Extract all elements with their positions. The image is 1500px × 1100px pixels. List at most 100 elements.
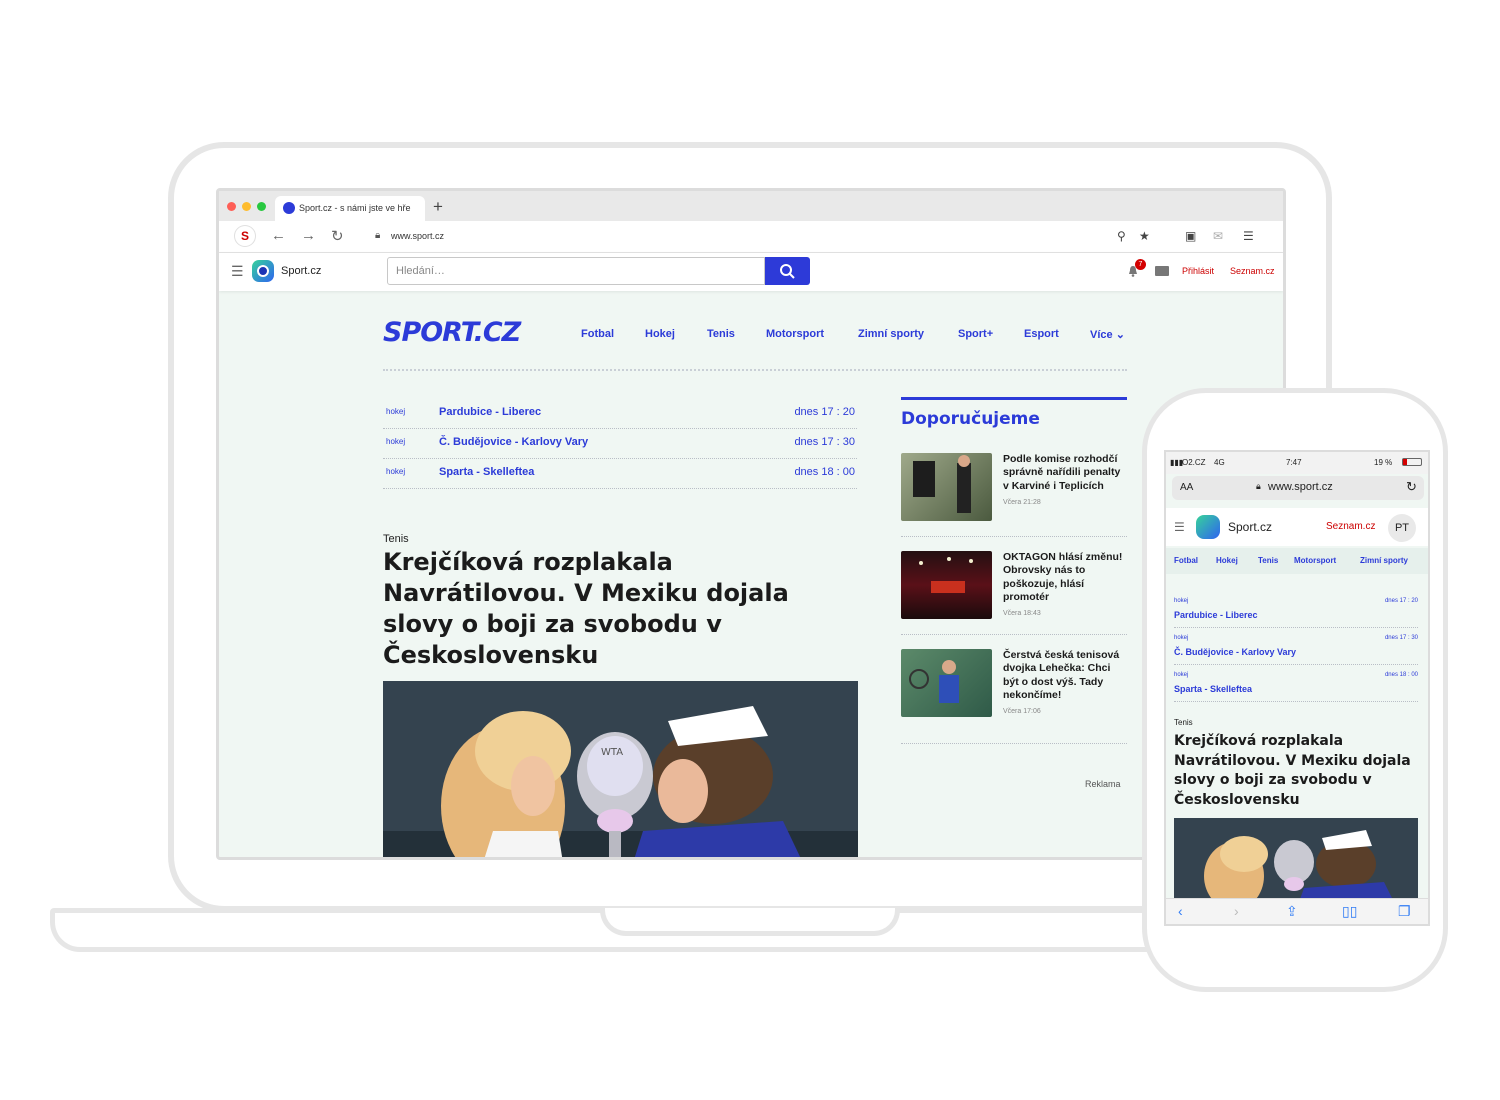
- hamburger-menu-icon[interactable]: ☰: [231, 263, 244, 280]
- maximize-window-button[interactable]: [257, 202, 266, 211]
- match-row[interactable]: hokej Č. Budějovice - Karlovy Vary dnes …: [383, 429, 857, 459]
- sport-app-icon[interactable]: [1196, 515, 1220, 539]
- search-button[interactable]: [765, 257, 810, 285]
- tabs-icon[interactable]: ❐: [1398, 903, 1411, 920]
- nav-zimni-sporty[interactable]: Zimní sporty: [858, 328, 924, 340]
- carrier-label: O2.CZ: [1182, 458, 1206, 467]
- nav-divider: [383, 369, 1127, 371]
- match-row[interactable]: hokej dnes 17 : 30 Č. Budějovice - Karlo…: [1174, 635, 1418, 665]
- match-sport: hokej: [386, 437, 406, 446]
- nav-zimni-sporty[interactable]: Zimní sporty: [1360, 556, 1408, 565]
- lock-icon: 🔒︎: [1256, 481, 1261, 491]
- match-sport: hokej: [1174, 598, 1189, 604]
- match-row[interactable]: hokej dnes 17 : 20 Pardubice - Liberec: [1174, 598, 1418, 628]
- mail-icon[interactable]: [1155, 266, 1169, 276]
- recommended-article[interactable]: Čerstvá česká tenisová dvojka Lehečka: C…: [901, 649, 1127, 744]
- match-time: dnes 17 : 20: [1384, 598, 1418, 604]
- bookmarks-icon[interactable]: ▯▯: [1342, 903, 1357, 920]
- arena-photo: [919, 557, 973, 593]
- match-sport: hokej: [386, 467, 406, 476]
- close-window-button[interactable]: [227, 202, 236, 211]
- match-teams[interactable]: Pardubice - Liberec: [1174, 610, 1258, 620]
- url-field[interactable]: www.sport.cz: [391, 231, 444, 241]
- new-tab-button[interactable]: +: [433, 197, 443, 217]
- nav-fotbal[interactable]: Fotbal: [581, 328, 614, 340]
- match-teams[interactable]: Č. Budějovice - Karlovy Vary: [1174, 647, 1296, 657]
- match-time: dnes 17 : 30: [1384, 635, 1418, 641]
- match-row[interactable]: hokej dnes 18 : 00 Sparta - Skelleftea: [1174, 672, 1418, 702]
- back-icon[interactable]: ‹: [1178, 903, 1183, 919]
- recommended-article-title: Podle komise rozhodčí správně nařídili p…: [1003, 453, 1121, 492]
- recommended-article-text[interactable]: OKTAGON hlásí změnu! Obrovsky nás to poš…: [1003, 551, 1127, 620]
- recommended-article-title: OKTAGON hlásí změnu! Obrovsky nás to poš…: [1003, 551, 1123, 603]
- login-link[interactable]: Přihlásit: [1182, 266, 1214, 276]
- article-category[interactable]: Tenis: [1174, 718, 1193, 727]
- text-size-button[interactable]: AA: [1180, 482, 1193, 493]
- forward-arrow-icon[interactable]: →: [301, 227, 316, 244]
- recommended-article-text[interactable]: Čerstvá česká tenisová dvojka Lehečka: C…: [1003, 649, 1127, 718]
- recommended-article-text[interactable]: Podle komise rozhodčí správně nařídili p…: [1003, 453, 1127, 509]
- reader-view-icon[interactable]: ▣: [1185, 229, 1196, 243]
- lock-icon: 🔒︎: [375, 230, 381, 241]
- match-row[interactable]: hokej Sparta - Skelleftea dnes 18 : 00: [383, 459, 857, 489]
- battery-icon: [1402, 458, 1422, 466]
- user-avatar[interactable]: PT: [1388, 514, 1416, 542]
- nav-motorsport[interactable]: Motorsport: [1294, 556, 1336, 565]
- article-thumbnail[interactable]: [901, 551, 992, 619]
- reload-icon[interactable]: ↻: [331, 227, 344, 245]
- match-row[interactable]: hokej Pardubice - Liberec dnes 17 : 20: [383, 399, 857, 429]
- article-title[interactable]: Krejčíková rozplakala Navrátilovou. V Me…: [1174, 732, 1420, 810]
- menu-icon[interactable]: ☰: [1243, 229, 1254, 243]
- tab-title: Sport.cz - s námi jste ve hře: [299, 203, 411, 213]
- article-image[interactable]: WTA: [383, 681, 858, 857]
- nav-hokej[interactable]: Hokej: [1216, 556, 1238, 565]
- nav-tenis[interactable]: Tenis: [1258, 556, 1278, 565]
- ad-label: Reklama: [1085, 779, 1121, 789]
- phone-seznam-link[interactable]: Seznam.cz: [1326, 521, 1375, 532]
- site-logo[interactable]: SPORT.CZ: [383, 317, 521, 348]
- recommended-article[interactable]: OKTAGON hlásí změnu! Obrovsky nás to poš…: [901, 551, 1127, 635]
- share-icon[interactable]: ⇪: [1286, 903, 1298, 920]
- clock: 7:47: [1286, 458, 1302, 467]
- hamburger-menu-icon[interactable]: ☰: [1174, 520, 1185, 534]
- match-teams[interactable]: Č. Budějovice - Karlovy Vary: [439, 436, 588, 448]
- bookmark-star-icon[interactable]: ★: [1139, 229, 1150, 243]
- article-thumbnail[interactable]: [901, 649, 992, 717]
- sport-favicon-icon: [283, 202, 295, 214]
- phone-address-bar[interactable]: AA 🔒︎ www.sport.cz ↻: [1172, 476, 1424, 500]
- article-thumbnail[interactable]: [901, 453, 992, 521]
- match-teams[interactable]: Sparta - Skelleftea: [1174, 684, 1252, 694]
- nav-motorsport[interactable]: Motorsport: [766, 328, 824, 340]
- reload-icon[interactable]: ↻: [1406, 479, 1417, 495]
- seznam-link[interactable]: Seznam.cz: [1230, 266, 1275, 276]
- match-teams[interactable]: Sparta - Skelleftea: [439, 466, 534, 478]
- recommended-article[interactable]: Podle komise rozhodčí správně nařídili p…: [901, 453, 1127, 537]
- referee-photo: [913, 455, 971, 513]
- email-icon[interactable]: ✉: [1213, 229, 1223, 243]
- phone-brand[interactable]: Sport.cz: [1228, 520, 1272, 534]
- translate-icon[interactable]: ⚲: [1117, 229, 1126, 243]
- article-category[interactable]: Tenis: [383, 533, 409, 545]
- nav-tenis[interactable]: Tenis: [707, 328, 735, 340]
- nav-esport[interactable]: Esport: [1024, 328, 1059, 340]
- nav-fotbal[interactable]: Fotbal: [1174, 556, 1198, 565]
- tennis-trophy-photo: WTA: [383, 681, 858, 857]
- search-input[interactable]: Hledání…: [387, 257, 765, 285]
- forward-icon[interactable]: ›: [1234, 903, 1239, 919]
- recommended-article-time: Včera 21:28: [1003, 498, 1041, 506]
- match-teams[interactable]: Pardubice - Liberec: [439, 406, 541, 418]
- brand-name[interactable]: Sport.cz: [281, 265, 321, 277]
- browser-tab[interactable]: Sport.cz - s námi jste ve hře: [275, 196, 425, 221]
- back-arrow-icon[interactable]: ←: [271, 227, 286, 244]
- minimize-window-button[interactable]: [242, 202, 251, 211]
- nav-sport-plus[interactable]: Sport+: [958, 328, 993, 340]
- nav-hokej[interactable]: Hokej: [645, 328, 675, 340]
- phone-url[interactable]: www.sport.cz: [1268, 481, 1333, 493]
- seznam-logo-button[interactable]: S: [235, 226, 255, 246]
- sport-app-icon[interactable]: [252, 260, 274, 282]
- nav-vice[interactable]: Více ⌄: [1090, 328, 1125, 341]
- article-image[interactable]: [1174, 818, 1418, 902]
- nav-vice-label: Více: [1090, 329, 1113, 341]
- article-title[interactable]: Krejčíková rozplakala Navrátilovou. V Me…: [383, 547, 853, 671]
- seznam-header: ☰ Sport.cz Hledání… 7 Přihlásit Seznam.c…: [219, 253, 1283, 291]
